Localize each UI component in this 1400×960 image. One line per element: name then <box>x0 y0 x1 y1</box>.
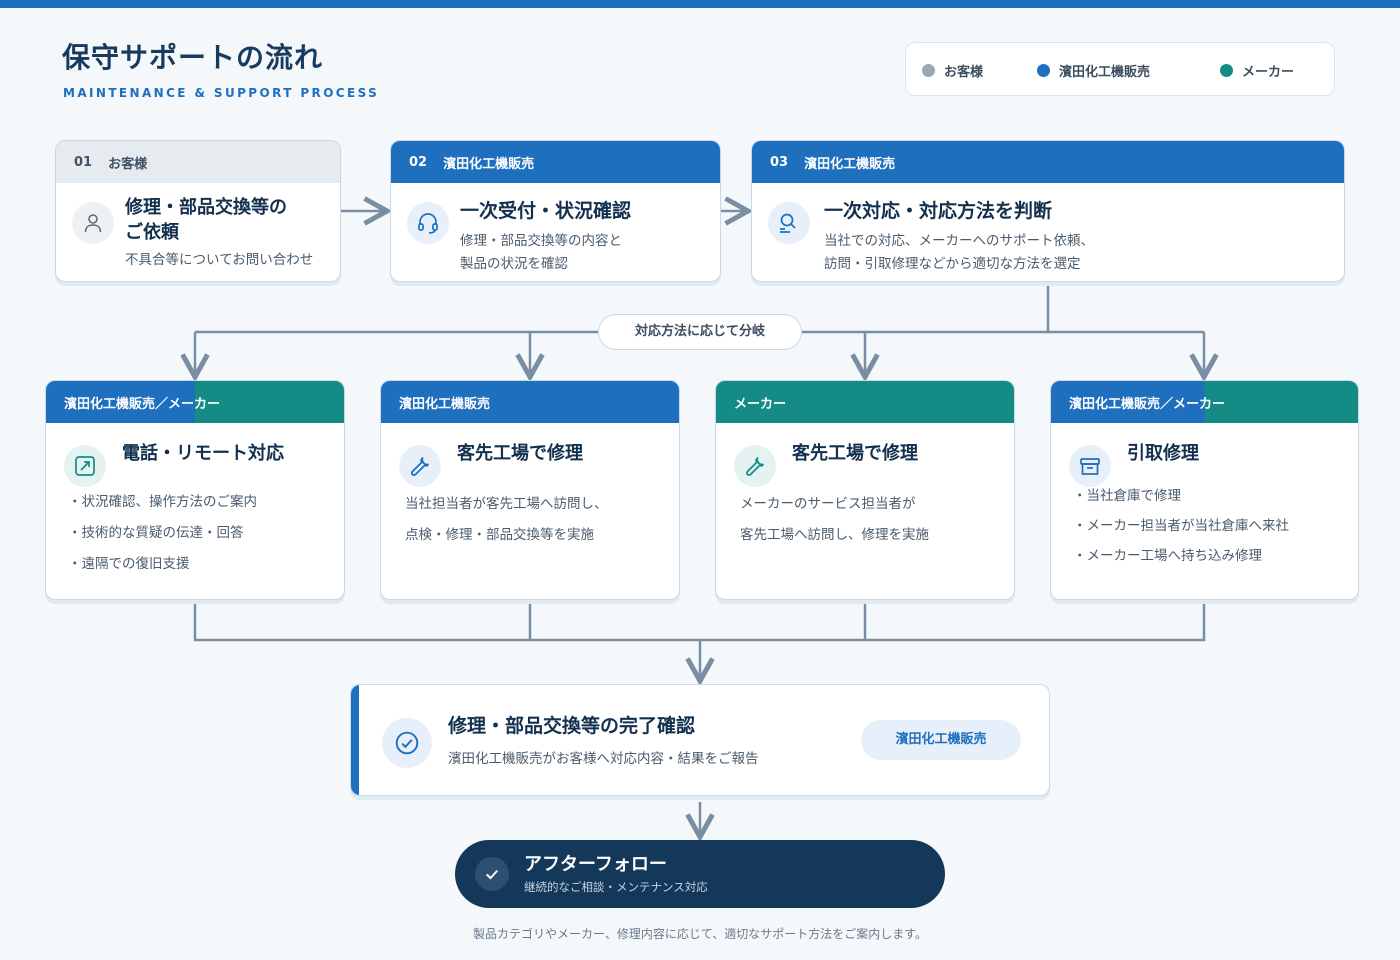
step-actor: 濱田化工機販売 <box>804 156 896 172</box>
headset-icon <box>407 202 449 244</box>
footnote: 製品カテゴリやメーカー、修理内容に応じて、適切なサポート方法をご案内します。 <box>472 927 928 941</box>
step-card-03: 03 濱田化工機販売 一次対応・対応方法を判断 当社での対応、メーカーへのサポー… <box>751 140 1345 282</box>
step-card-header: 01 お客様 <box>56 141 340 183</box>
list-item: 遠隔での復旧支援 <box>68 553 257 584</box>
option-card-onsite-maker: メーカー 客先工場で修理 メーカーのサービス担当者が 客先工場へ訪問し、修理を実… <box>715 380 1015 600</box>
after-follow-pill: アフターフォロー 継続的なご相談・メンテナンス対応 <box>455 840 945 908</box>
option-title: 引取修理 <box>1127 443 1199 464</box>
option-card-header: 濱田化工機販売 <box>381 381 679 423</box>
search-person-icon <box>768 202 810 244</box>
list-item: メーカー担当者が当社倉庫へ来社 <box>1073 515 1290 545</box>
wrench-icon <box>399 445 441 487</box>
list-item: メーカー工場へ持ち込み修理 <box>1073 545 1289 575</box>
branch-label: 対応方法に応じて分岐 <box>598 314 802 350</box>
list-item: 状況確認、操作方法のご案内 <box>68 491 258 522</box>
check-circle-icon <box>382 718 432 768</box>
option-card-header: 濱田化工機販売／メーカー <box>1051 381 1358 423</box>
remote-icon <box>64 445 106 487</box>
option-title: 客先工場で修理 <box>457 443 583 464</box>
step-description: 修理・部品交換等の内容と 製品の状況を確認 <box>460 233 622 272</box>
check-icon <box>475 857 509 891</box>
step-card-01: 01 お客様 修理・部品交換等の ご依頼 不具合等についてお問い合わせ <box>55 140 341 282</box>
list-item: 当社倉庫で修理 <box>1073 485 1289 515</box>
person-icon <box>72 202 114 244</box>
option-card-onsite-hamada: 濱田化工機販売 客先工場で修理 当社担当者が客先工場へ訪問し、 点検・修理・部品… <box>380 380 680 600</box>
box-icon <box>1069 445 1111 487</box>
wrench-icon <box>734 445 776 487</box>
list-item: 技術的な質疑の伝達・回答 <box>68 522 257 553</box>
option-description: 当社担当者が客先工場へ訪問し、 点検・修理・部品交換等を実施 <box>405 496 608 543</box>
option-card-pickup: 濱田化工機販売／メーカー 引取修理 当社倉庫で修理 メーカー担当者が当社倉庫へ来… <box>1050 380 1359 600</box>
option-bullet-list: 当社倉庫で修理 メーカー担当者が当社倉庫へ来社 メーカー工場へ持ち込み修理 <box>1073 485 1290 575</box>
step-number: 03 <box>770 154 789 170</box>
completion-accent-bar <box>351 685 359 795</box>
step-description: 不具合等についてお問い合わせ <box>125 252 314 268</box>
option-card-header: 濱田化工機販売／メーカー <box>46 381 344 423</box>
step-description: 当社での対応、メーカーへのサポート依頼、 訪問・引取修理などから適切な方法を選定 <box>824 233 1094 272</box>
option-card-remote: 濱田化工機販売／メーカー 電話・リモート対応 状況確認、操作方法のご案内 技術的… <box>45 380 345 600</box>
step-title: 一次対応・対応方法を判断 <box>824 200 1053 222</box>
step-actor: お客様 <box>108 156 148 172</box>
option-bullet-list: 状況確認、操作方法のご案内 技術的な質疑の伝達・回答 遠隔での復旧支援 <box>68 491 258 584</box>
step-title: 一次受付・状況確認 <box>460 200 632 222</box>
step-actor: 濱田化工機販売 <box>443 156 535 172</box>
after-follow-subtitle: 継続的なご相談・メンテナンス対応 <box>524 880 708 894</box>
option-title: 客先工場で修理 <box>792 443 918 464</box>
step-card-header: 02 濱田化工機販売 <box>391 141 720 183</box>
completion-card: 修理・部品交換等の完了確認 濱田化工機販売がお客様へ対応内容・結果をご報告 濱田… <box>350 684 1050 796</box>
step-number: 01 <box>74 154 93 170</box>
step-card-header: 03 濱田化工機販売 <box>752 141 1344 183</box>
completion-actor-badge: 濱田化工機販売 <box>861 720 1021 760</box>
completion-title: 修理・部品交換等の完了確認 <box>448 715 696 737</box>
option-card-header: メーカー <box>716 381 1014 423</box>
step-number: 02 <box>409 154 428 170</box>
step-title: 修理・部品交換等の ご依頼 <box>125 197 287 243</box>
merge-line <box>193 603 1206 642</box>
option-description: メーカーのサービス担当者が 客先工場へ訪問し、修理を実施 <box>740 496 929 543</box>
completion-description: 濱田化工機販売がお客様へ対応内容・結果をご報告 <box>448 751 759 767</box>
step-card-02: 02 濱田化工機販売 一次受付・状況確認 修理・部品交換等の内容と 製品の状況を… <box>390 140 721 282</box>
option-title: 電話・リモート対応 <box>122 443 284 464</box>
after-follow-title: アフターフォロー <box>524 854 667 875</box>
